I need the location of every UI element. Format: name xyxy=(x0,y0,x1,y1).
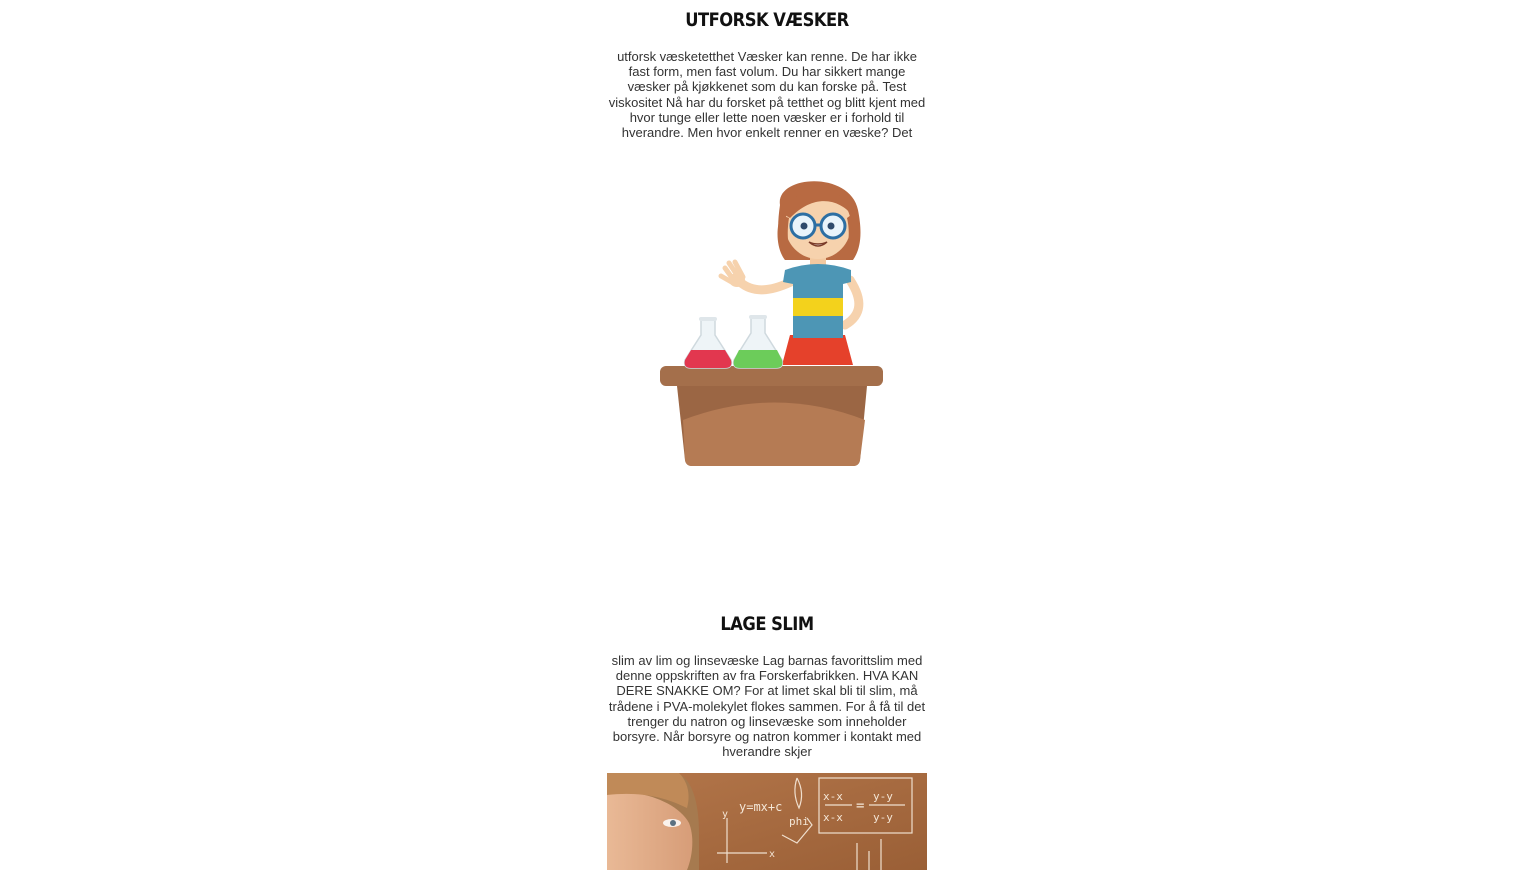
page: UTFORSK VÆSKER utforsk væsketetthet Væsk… xyxy=(0,0,1534,870)
scientist-girl-svg xyxy=(660,181,883,466)
chalk-frac-right-bottom: y-y xyxy=(873,811,893,824)
card-title[interactable]: UTFORSK VÆSKER xyxy=(629,6,904,34)
activity-card-utforsk-vasker[interactable]: UTFORSK VÆSKER utforsk væsketetthet Væsk… xyxy=(607,6,927,140)
chalk-axis-x: x xyxy=(769,849,775,860)
card-title[interactable]: LAGE SLIM xyxy=(629,610,904,638)
chalkboard-photo-svg: y=mx+c phi x-x x-x = y-y y-y x y xyxy=(607,773,927,870)
chalk-line-equation: y=mx+c xyxy=(739,800,782,814)
chalk-frac-right-top: y-y xyxy=(873,790,893,803)
activity-card-lage-slim[interactable]: LAGE SLIM slim av lim og linsevæske Lag … xyxy=(607,610,927,759)
card-description: utforsk væsketetthet Væsker kan renne. D… xyxy=(608,49,926,141)
chalk-frac-left-bottom: x-x xyxy=(823,811,843,824)
card-description: slim av lim og linsevæske Lag barnas fav… xyxy=(608,653,926,760)
chalkboard-photo[interactable]: y=mx+c phi x-x x-x = y-y y-y x y xyxy=(607,773,927,870)
chalk-frac-left-top: x-x xyxy=(823,790,843,803)
chalk-axis-y: y xyxy=(722,809,728,820)
chalk-phi: phi xyxy=(789,815,809,828)
chalk-equals: = xyxy=(856,798,864,814)
scientist-girl-illustration[interactable] xyxy=(655,170,890,470)
